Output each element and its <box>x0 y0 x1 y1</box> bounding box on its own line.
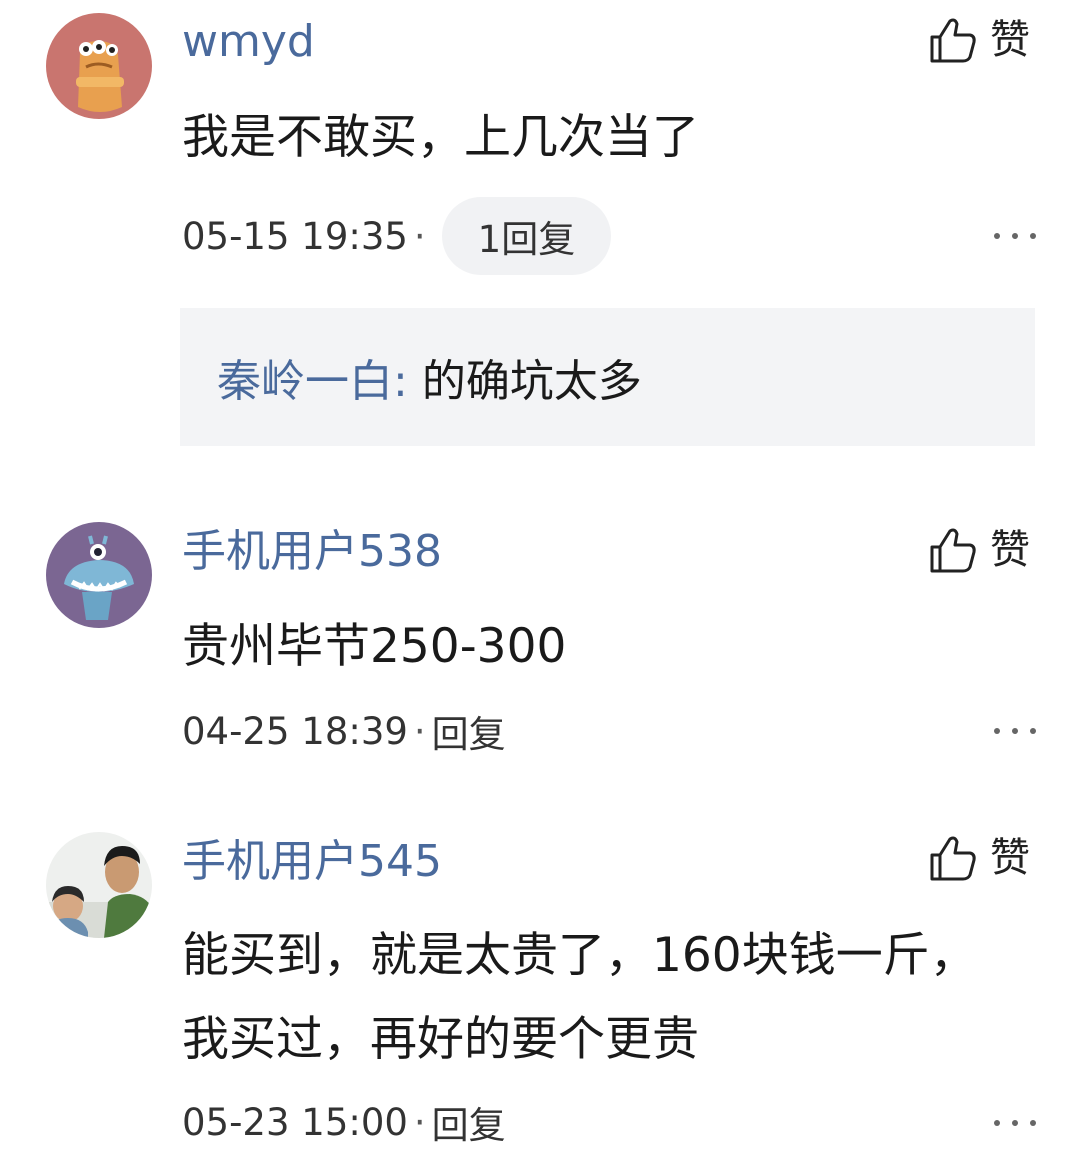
dot-icon <box>1030 728 1036 734</box>
more-options-button[interactable] <box>994 230 1036 242</box>
reply-text: 的确坑太多 <box>407 356 642 407</box>
reply-button[interactable]: 回复 <box>432 704 506 758</box>
timestamp: 05-15 19:35 <box>182 214 408 258</box>
thumbs-up-icon <box>930 836 976 881</box>
comment-text: 能买到，就是太贵了，160块钱一斤，我买过，再好的要个更贵 <box>182 928 977 1067</box>
reply-count-button[interactable]: 1回复 <box>441 197 612 275</box>
comment-text: 我是不敢买，上几次当了 <box>182 110 699 165</box>
dot-icon <box>1012 728 1018 734</box>
avatar[interactable] <box>46 13 152 119</box>
comment-meta: 04-25 18:39 · 回复 <box>182 691 506 771</box>
dot-icon <box>1012 233 1018 239</box>
timestamp: 04-25 18:39 <box>182 709 408 753</box>
timestamp: 05-23 15:00 <box>182 1100 408 1144</box>
dot-icon <box>1012 1120 1018 1126</box>
dot-icon <box>1030 233 1036 239</box>
dot-icon <box>994 1120 1000 1126</box>
like-label: 赞 <box>990 527 1030 573</box>
dot-icon <box>994 728 1000 734</box>
like-label: 赞 <box>990 835 1030 881</box>
username[interactable]: 手机用户545 <box>182 840 442 884</box>
photo-avatar-icon <box>46 832 152 938</box>
like-label: 赞 <box>990 17 1030 63</box>
separator: · <box>413 1100 426 1144</box>
like-button[interactable]: 赞 <box>928 524 1038 576</box>
cartoon-creature-avatar-icon <box>46 13 152 119</box>
username[interactable]: wmyd <box>182 20 315 64</box>
reply-username[interactable]: 秦岭一白 <box>217 356 393 407</box>
reply-button[interactable]: 回复 <box>432 1095 506 1149</box>
more-options-button[interactable] <box>994 1117 1036 1129</box>
comment-meta: 05-23 15:00 · 回复 <box>182 1082 506 1162</box>
username[interactable]: 手机用户538 <box>182 530 442 574</box>
dot-icon <box>1030 1120 1036 1126</box>
avatar[interactable] <box>46 522 152 628</box>
reply-preview[interactable]: 秦岭一白: 的确坑太多 <box>180 308 1035 446</box>
thumbs-up-icon <box>930 18 976 63</box>
reply-colon: : <box>393 356 408 407</box>
like-button[interactable]: 赞 <box>928 14 1038 66</box>
comment-meta: 05-15 19:35 · 1回复 <box>182 196 612 276</box>
monster-avatar-icon <box>46 522 152 628</box>
thumbs-up-icon <box>930 528 976 573</box>
like-button[interactable]: 赞 <box>928 832 1038 884</box>
avatar[interactable] <box>46 832 152 938</box>
separator: · <box>413 709 426 753</box>
comment-text: 贵州毕节250-300 <box>182 619 567 674</box>
more-options-button[interactable] <box>994 725 1036 737</box>
dot-icon <box>994 233 1000 239</box>
separator: · <box>413 214 426 258</box>
